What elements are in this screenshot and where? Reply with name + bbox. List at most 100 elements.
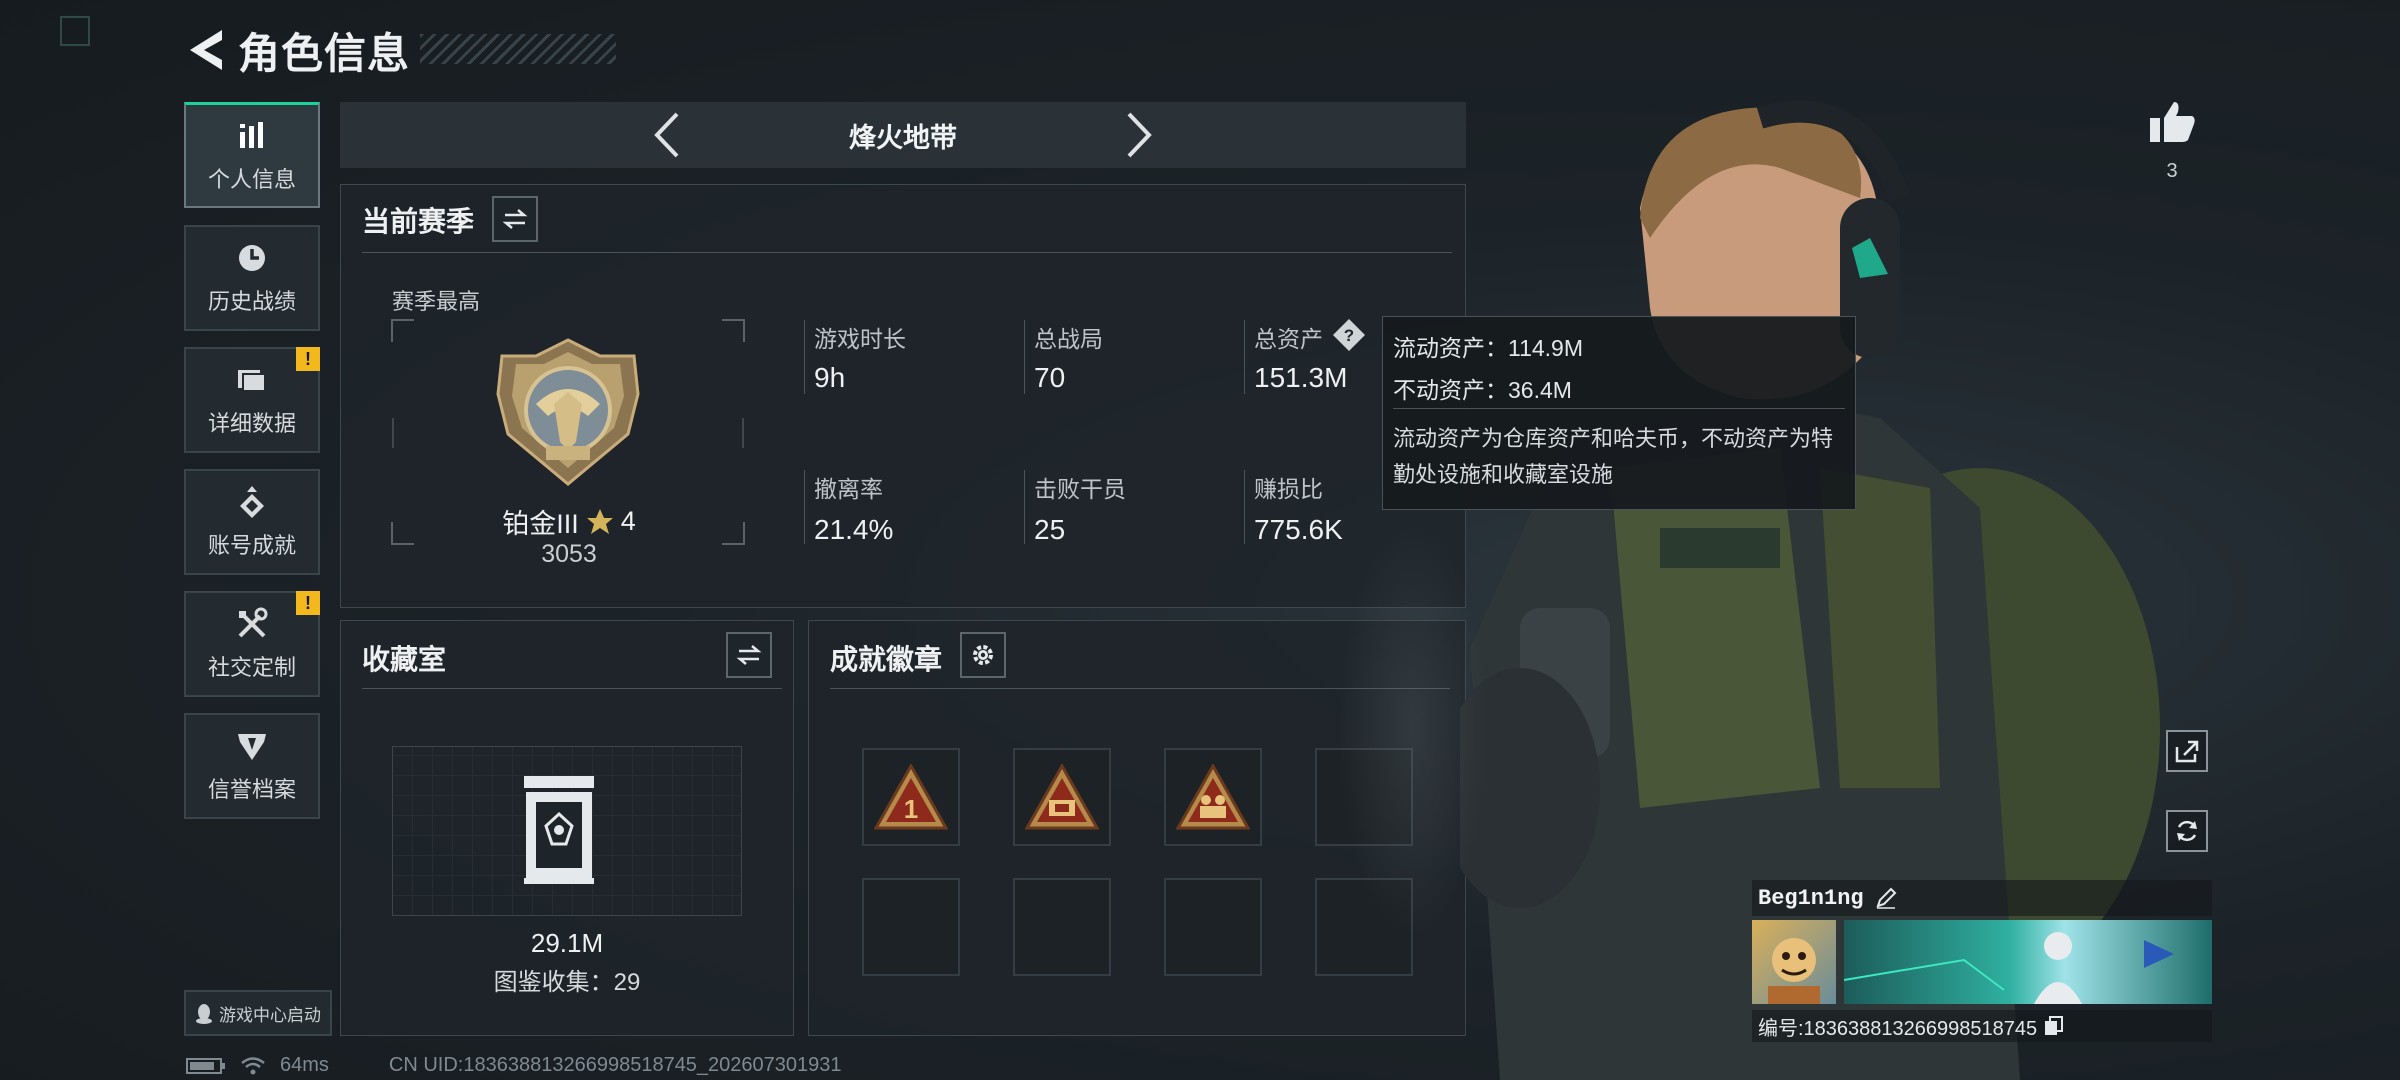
- banner-figure-icon: [1843, 932, 2174, 1004]
- stat-divider: [1244, 470, 1245, 544]
- divider: [362, 252, 1452, 253]
- mode-name: 烽火地带: [849, 122, 957, 153]
- divider: [362, 688, 782, 689]
- svg-text:?: ?: [1344, 326, 1354, 345]
- badges-settings-button[interactable]: [960, 632, 1006, 678]
- battery-icon: [186, 1057, 225, 1074]
- stat-value-playtime: 9h: [814, 362, 846, 393]
- season-switch-button[interactable]: [492, 196, 538, 242]
- stat-label-ratio: 赚损比: [1254, 476, 1323, 502]
- back-arrow-icon: [190, 30, 222, 70]
- corner-frame: [60, 16, 90, 46]
- swap-icon: [736, 645, 762, 665]
- page-title: 角色信息: [238, 29, 411, 77]
- stat-divider: [1244, 320, 1245, 394]
- collection-title: 收藏室: [362, 644, 447, 675]
- rank-name: 铂金III: [502, 509, 579, 539]
- badge-slot[interactable]: [1013, 748, 1111, 846]
- share-icon: [2175, 740, 2199, 763]
- sidebar-item-profile[interactable]: 个人信息: [184, 102, 320, 208]
- stat-value-assets: 151.3M: [1254, 362, 1348, 393]
- assets-tooltip: 流动资产：114.9M 不动资产：36.4M 流动资产为仓库资产和哈夫币，不动资…: [1382, 316, 1856, 510]
- avatar-character-icon: [1768, 938, 1820, 1004]
- avatar[interactable]: [1752, 920, 1836, 1004]
- badge-first-icon: 1: [874, 764, 948, 830]
- status-bar: 64ms CN UID:18363881326699851874​5_20260…: [186, 1054, 842, 1077]
- badge-vault-icon: [1025, 764, 1099, 830]
- player-name-row: Beg1n1ng: [1752, 880, 2212, 916]
- next-mode-icon[interactable]: [1123, 110, 1157, 160]
- player-id: 编号:18363881326699851874​5: [1758, 1017, 2038, 1040]
- achievement-icon: [240, 486, 264, 518]
- gear-icon: [973, 645, 993, 665]
- player-name: Beg1n1ng: [1758, 885, 1864, 911]
- bar-chart-icon: [240, 121, 263, 148]
- player-card: Beg1n1ng 编号:18363881326699851874​5: [1752, 880, 2212, 1046]
- tooltip-description: 流动资产为仓库资产和哈夫币，不动资产为特勤处设施和收藏室设施: [1393, 426, 1834, 487]
- svg-text:1: 1: [904, 794, 918, 824]
- wifi-icon: [241, 1056, 265, 1074]
- title-decoration: [420, 34, 616, 64]
- uid-text: CN UID:18363881326699851874​5_2026073019…: [388, 1054, 842, 1076]
- collection-value: 29.1M: [530, 928, 604, 958]
- badge-slot-empty[interactable]: [1013, 878, 1111, 976]
- clock-icon: [239, 245, 265, 271]
- rank-score: 3053: [541, 540, 597, 568]
- rotate-button[interactable]: [2166, 810, 2208, 852]
- shield-icon: [238, 734, 266, 760]
- stat-label-assets: 总资产: [1254, 326, 1323, 352]
- header: 角色信息: [186, 22, 410, 78]
- sidebar-item-label: 详细数据: [207, 411, 296, 436]
- stat-label-matches: 总战局: [1034, 326, 1103, 352]
- stat-value-matches: 70: [1034, 362, 1066, 393]
- sidebar-item-history[interactable]: 历史战绩: [184, 225, 320, 331]
- prev-mode-icon[interactable]: [649, 110, 683, 160]
- rank-emblem-icon: [496, 338, 640, 486]
- stat-value-ratio: 775.6K: [1254, 514, 1343, 545]
- sidebar-item-label: 历史战绩: [207, 289, 296, 314]
- ping-text: 64ms: [280, 1054, 329, 1076]
- assets-help-button[interactable]: ?: [1332, 318, 1366, 357]
- like-button[interactable]: [2148, 100, 2196, 149]
- badge-slot[interactable]: 1: [862, 748, 960, 846]
- game-center-label: 游戏中心启动: [219, 1005, 321, 1025]
- stat-value-extraction: 21.4%: [814, 514, 894, 545]
- copy-icon[interactable]: [2043, 1015, 2065, 1037]
- badges-title: 成就徽章: [830, 644, 943, 675]
- share-button[interactable]: [2166, 730, 2208, 772]
- rank-row: 铂金III 4: [474, 502, 664, 541]
- sidebar-item-achievements[interactable]: 账号成就: [184, 469, 320, 575]
- stat-label-playtime: 游戏时长: [814, 326, 906, 352]
- alert-badge: !: [296, 347, 320, 371]
- folder-icon: [238, 370, 266, 392]
- sidebar-item-label: 社交定制: [207, 655, 296, 680]
- mode-selector: 烽火地带: [340, 102, 1466, 168]
- alert-badge: !: [296, 591, 320, 615]
- badge-slot-empty[interactable]: [862, 878, 960, 976]
- stat-divider: [804, 470, 805, 544]
- badge-slot[interactable]: [1164, 748, 1262, 846]
- stat-value-kills: 25: [1034, 514, 1066, 545]
- player-banner[interactable]: [1843, 920, 2212, 1004]
- game-center-button[interactable]: 游戏中心启动: [184, 990, 332, 1036]
- sidebar-item-label: 个人信息: [207, 166, 296, 192]
- rotate-icon: [2177, 820, 2197, 842]
- question-icon: ?: [1333, 319, 1365, 351]
- sidebar-item-label: 账号成就: [207, 533, 296, 558]
- thumbs-up-icon: [2150, 102, 2195, 142]
- collection-switch-button[interactable]: [726, 632, 772, 678]
- sidebar-item-details[interactable]: 详细数据 !: [184, 347, 320, 453]
- back-button[interactable]: [186, 25, 226, 75]
- sidebar-item-social[interactable]: 社交定制 !: [184, 591, 320, 697]
- stat-divider: [804, 320, 805, 394]
- stat-label-kills: 击败干员: [1034, 476, 1126, 502]
- tooltip-fixed: 不动资产：36.4M: [1393, 377, 1572, 403]
- stat-divider: [1024, 320, 1025, 394]
- edit-icon[interactable]: [1874, 886, 1898, 910]
- tooltip-liquid: 流动资产：114.9M: [1393, 335, 1584, 361]
- badge-slot-empty[interactable]: [1164, 878, 1262, 976]
- sidebar-item-reputation[interactable]: 信誉档案: [184, 713, 320, 819]
- badge-squad-icon: [1176, 764, 1250, 830]
- player-id-row: 编号:18363881326699851874​5: [1752, 1010, 2212, 1042]
- qq-penguin-icon: [196, 1004, 212, 1024]
